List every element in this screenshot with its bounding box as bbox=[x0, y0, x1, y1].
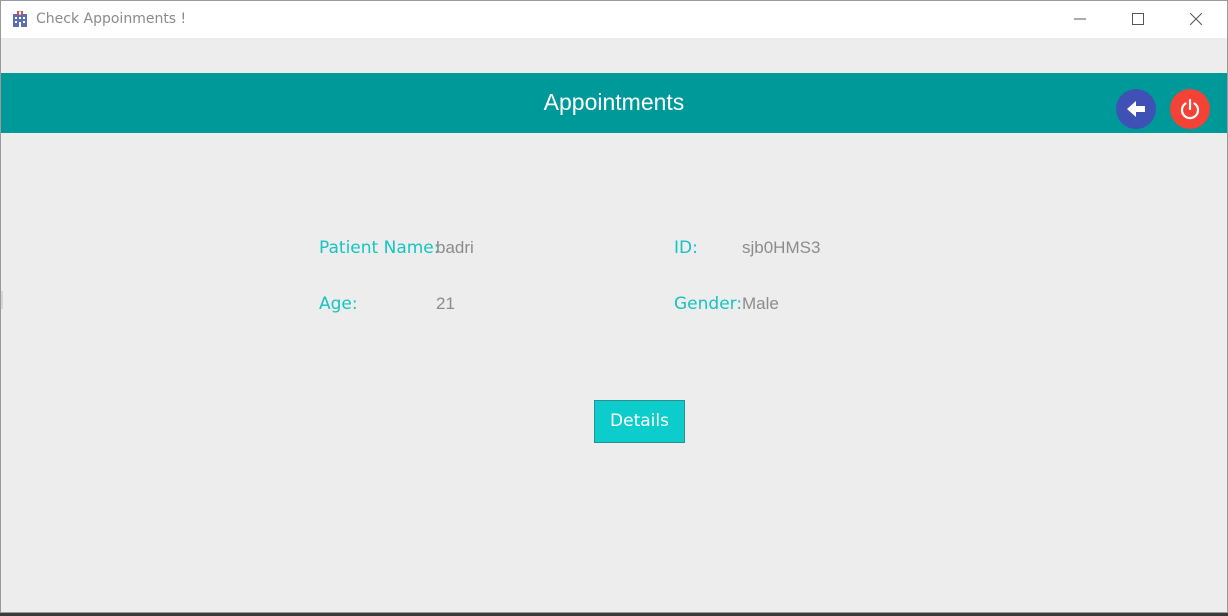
patient-name-value: badri bbox=[436, 238, 474, 257]
patient-gender-label: Gender: bbox=[674, 294, 743, 314]
back-button[interactable] bbox=[1116, 89, 1156, 129]
patient-age-value: 21 bbox=[436, 294, 455, 313]
close-icon bbox=[1190, 13, 1202, 25]
minimize-icon bbox=[1074, 18, 1086, 20]
patient-name-label: Patient Name: bbox=[319, 238, 440, 258]
title-bar[interactable]: Check Appoinments ! bbox=[1, 1, 1227, 38]
minimize-button[interactable] bbox=[1051, 1, 1109, 38]
patient-age-label: Age: bbox=[319, 294, 358, 314]
details-button[interactable]: Details bbox=[594, 400, 685, 443]
maximize-icon bbox=[1132, 13, 1144, 25]
arrow-left-icon bbox=[1127, 101, 1145, 117]
page-title: Appointments bbox=[543, 89, 685, 115]
power-icon bbox=[1180, 98, 1200, 120]
patient-id-value: sjb0HMS3 bbox=[742, 238, 821, 257]
window-title: Check Appoinments ! bbox=[36, 11, 187, 27]
app-window: Check Appoinments ! Appointments Patient… bbox=[0, 0, 1228, 613]
patient-gender-value: Male bbox=[742, 294, 779, 313]
power-button[interactable] bbox=[1170, 89, 1210, 129]
close-button[interactable] bbox=[1167, 1, 1225, 38]
hospital-icon bbox=[11, 10, 29, 28]
patient-id-label: ID: bbox=[674, 238, 698, 258]
header-bar: Appointments bbox=[1, 73, 1227, 133]
window-edge-mark bbox=[1, 291, 3, 309]
maximize-button[interactable] bbox=[1109, 1, 1167, 38]
